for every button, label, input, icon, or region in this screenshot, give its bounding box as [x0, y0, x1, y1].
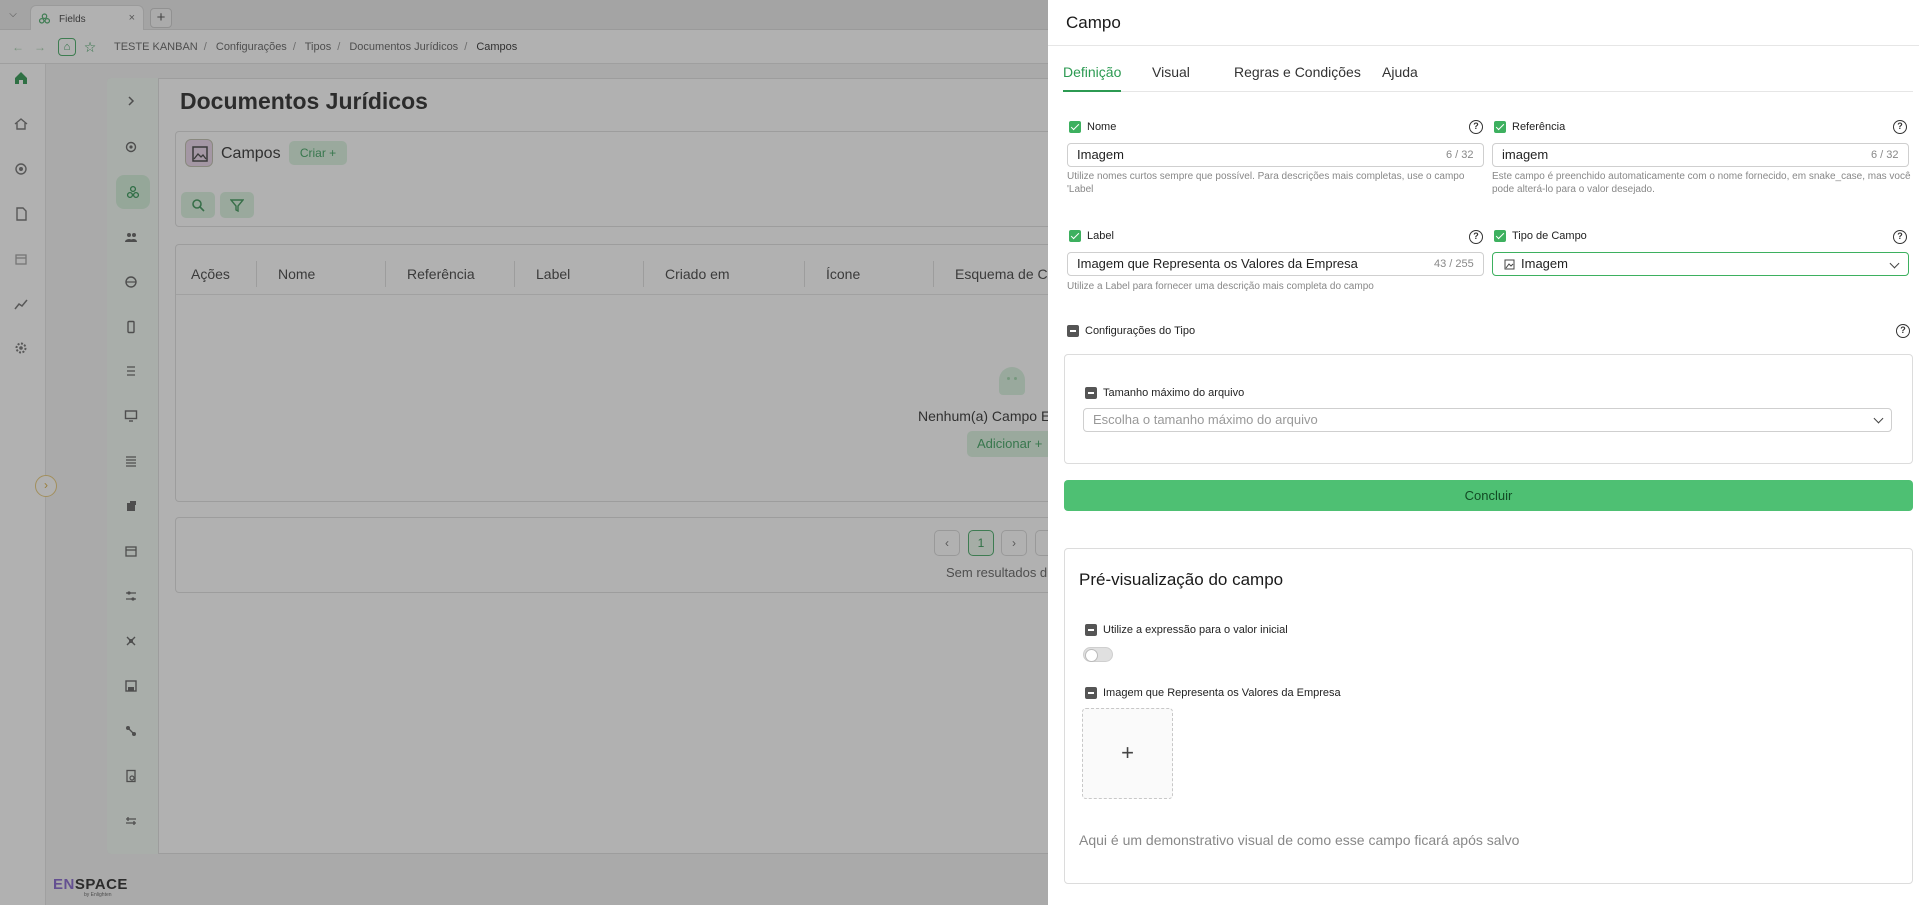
label-field-label: Label: [1087, 230, 1114, 242]
tipo-checkbox[interactable]: [1494, 230, 1506, 242]
modal-backdrop[interactable]: [0, 0, 1048, 905]
referencia-label: Referência: [1512, 121, 1566, 133]
max-size-label: Tamanho máximo do arquivo: [1103, 387, 1245, 399]
referencia-input[interactable]: imagem: [1492, 143, 1909, 167]
nome-hint: Utilize nomes curtos sempre que possível…: [1067, 171, 1465, 195]
type-config-title: Configurações do Tipo: [1085, 325, 1196, 337]
tab-visual[interactable]: Visual: [1152, 64, 1190, 92]
label-counter: 43 / 255: [1434, 258, 1474, 270]
preview-description: Aqui é um demonstrativo visual de como e…: [1079, 832, 1520, 848]
nome-label: Nome: [1087, 121, 1117, 133]
tipo-select[interactable]: Imagem: [1492, 252, 1909, 276]
tipo-select-value: Imagem: [1521, 256, 1568, 271]
collapse-icon[interactable]: [1085, 687, 1097, 699]
label-input[interactable]: Imagem que Representa os Valores da Empr…: [1067, 252, 1484, 276]
collapse-icon[interactable]: [1085, 624, 1097, 636]
tipo-label: Tipo de Campo: [1512, 230, 1587, 242]
divider: [1048, 45, 1919, 46]
help-icon[interactable]: ?: [1469, 230, 1483, 244]
nome-counter: 6 / 32: [1446, 149, 1474, 161]
tab-definicao[interactable]: Definição: [1063, 64, 1122, 92]
expression-label: Utilize a expressão para o valor inicial: [1103, 624, 1288, 636]
concluir-button[interactable]: Concluir: [1064, 480, 1913, 511]
image-upload-button[interactable]: +: [1082, 708, 1173, 799]
image-icon: [1504, 259, 1515, 270]
help-icon[interactable]: ?: [1896, 324, 1910, 338]
nome-checkbox[interactable]: [1069, 121, 1081, 133]
nome-input[interactable]: Imagem: [1067, 143, 1484, 167]
help-icon[interactable]: ?: [1469, 120, 1483, 134]
drawer-title: Campo: [1066, 13, 1121, 32]
field-drawer: Campo Definição Visual Regras e Condiçõe…: [1048, 0, 1919, 905]
tab-ajuda[interactable]: Ajuda: [1382, 64, 1418, 92]
referencia-counter: 6 / 32: [1871, 149, 1899, 161]
expression-toggle[interactable]: [1083, 647, 1113, 662]
max-size-placeholder: Escolha o tamanho máximo do arquivo: [1093, 412, 1318, 427]
referencia-checkbox[interactable]: [1494, 121, 1506, 133]
help-icon[interactable]: ?: [1893, 120, 1907, 134]
help-icon[interactable]: ?: [1893, 230, 1907, 244]
drawer-tabs: Definição Visual Regras e Condições Ajud…: [1063, 64, 1913, 92]
max-size-select[interactable]: Escolha o tamanho máximo do arquivo: [1083, 408, 1892, 432]
tab-regras[interactable]: Regras e Condições: [1234, 64, 1361, 92]
label-checkbox[interactable]: [1069, 230, 1081, 242]
referencia-hint: Este campo é preenchido automaticamente …: [1492, 171, 1911, 195]
collapse-icon[interactable]: [1067, 325, 1079, 337]
collapse-icon[interactable]: [1085, 387, 1097, 399]
image-field-label: Imagem que Representa os Valores da Empr…: [1103, 687, 1341, 699]
label-hint: Utilize a Label para fornecer uma descri…: [1067, 281, 1374, 292]
preview-title: Pré-visualização do campo: [1079, 570, 1284, 589]
